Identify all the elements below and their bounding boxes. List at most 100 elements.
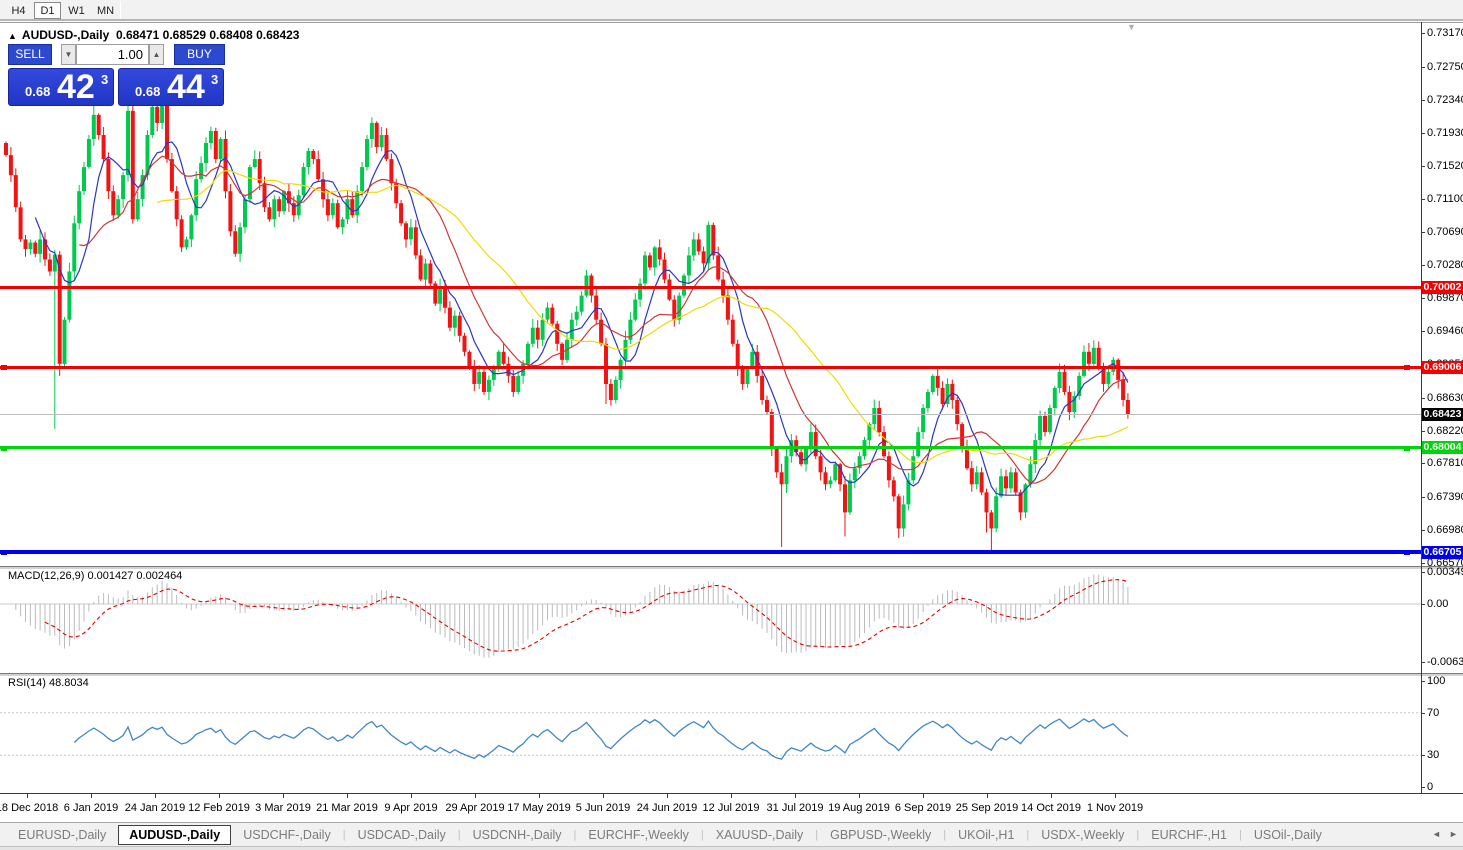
macd-plot[interactable] <box>0 569 1421 673</box>
time-axis-tick <box>795 794 796 798</box>
price-axis-label: 0.66980 <box>1427 524 1463 536</box>
tab-ukoil-h1[interactable]: UKOil-,H1 <box>946 826 1026 844</box>
price-level-line-0.68004[interactable] <box>0 446 1421 449</box>
tab-xauusd-daily[interactable]: XAUUSD-,Daily <box>704 826 816 844</box>
price-axis-border <box>1421 22 1422 822</box>
volume-increase-button[interactable]: ▲ <box>149 44 164 65</box>
time-axis-date-label: 31 Jul 2019 <box>767 802 824 814</box>
time-axis-date-label: 6 Jan 2019 <box>64 802 118 814</box>
tab-usdchf-daily[interactable]: USDCHF-,Daily <box>231 826 343 844</box>
chevron-up-icon: ▲ <box>153 50 161 59</box>
time-axis-date-label: 18 Dec 2018 <box>0 802 58 814</box>
rsi-axis-tick <box>1421 681 1425 682</box>
level-drag-handle[interactable] <box>1 446 7 451</box>
level-drag-handle[interactable] <box>1 550 7 555</box>
macd-axis-tick <box>1421 604 1425 605</box>
time-axis-tick <box>923 794 924 798</box>
tabs-scroll-left-icon[interactable]: ◄ <box>1432 829 1441 839</box>
rsi-name: RSI(14) <box>8 677 46 689</box>
volume-decrease-button[interactable]: ▼ <box>61 44 76 65</box>
toolbar-divider <box>120 1 121 19</box>
time-axis-tick <box>667 794 668 798</box>
price-axis-tick <box>1421 530 1425 531</box>
macd-axis-label: 0.00 <box>1427 598 1448 610</box>
time-axis-date-label: 14 Oct 2019 <box>1021 802 1081 814</box>
price-axis-tick <box>1421 133 1425 134</box>
price-axis-tick <box>1421 463 1425 464</box>
price-axis-tick <box>1421 563 1425 564</box>
price-level-line-0.68423[interactable] <box>0 414 1421 415</box>
time-axis-date-label: 24 Jan 2019 <box>125 802 186 814</box>
price-axis-label: 0.73170 <box>1427 27 1463 39</box>
price-level-label-0.70002: 0.70002 <box>1422 281 1463 294</box>
time-axis-tick <box>155 794 156 798</box>
timeframe-button-mn[interactable]: MN <box>92 2 119 19</box>
timeframe-button-d1[interactable]: D1 <box>34 2 61 19</box>
sell-button[interactable]: SELL <box>8 44 52 65</box>
buy-price-sup: 3 <box>211 72 218 87</box>
tab-eurchf-h1[interactable]: EURCHF-,H1 <box>1139 826 1239 844</box>
timeframe-button-w1[interactable]: W1 <box>63 2 90 19</box>
time-axis-tick <box>219 794 220 798</box>
price-axis-tick <box>1421 431 1425 432</box>
time-axis-date-label: 6 Sep 2019 <box>895 802 951 814</box>
price-axis-label: 0.67390 <box>1427 491 1463 503</box>
price-axis-tick <box>1421 100 1425 101</box>
tab-audusd-daily[interactable]: AUDUSD-,Daily <box>118 825 231 845</box>
sell-price-box[interactable]: 0.68 42 3 <box>8 68 114 106</box>
tabs-scroll-right-icon[interactable]: ► <box>1449 829 1458 839</box>
time-axis[interactable]: 18 Dec 20186 Jan 201924 Jan 201912 Feb 2… <box>0 793 1463 822</box>
timeframe-toolbar <box>0 0 1463 21</box>
level-drag-handle[interactable] <box>1404 446 1410 451</box>
price-axis-label: 0.72340 <box>1427 94 1463 106</box>
chart-ohlc-values: 0.68471 0.68529 0.68408 0.68423 <box>116 28 300 42</box>
level-drag-handle[interactable] <box>1 365 7 370</box>
macd-axis-tick <box>1421 572 1425 573</box>
tab-usdcad-daily[interactable]: USDCAD-,Daily <box>346 826 458 844</box>
tab-eurchf-weekly[interactable]: EURCHF-,Weekly <box>576 826 700 844</box>
price-level-label-0.68004: 0.68004 <box>1422 441 1463 454</box>
volume-input[interactable] <box>76 44 149 65</box>
trading-terminal-window: ▲ AUDUSD-,Daily 0.68471 0.68529 0.68408 0… <box>0 0 1463 850</box>
collapse-triangle-icon[interactable]: ▲ <box>8 31 17 41</box>
tab-usdcnh-daily[interactable]: USDCNH-,Daily <box>461 826 574 844</box>
price-axis-tick <box>1421 166 1425 167</box>
macd-name: MACD(12,26,9) <box>8 570 84 582</box>
time-axis-date-label: 17 May 2019 <box>507 802 571 814</box>
price-level-line-0.70002[interactable] <box>0 286 1421 289</box>
price-axis-tick <box>1421 497 1425 498</box>
rsi-axis-label: 0 <box>1427 781 1433 793</box>
price-level-line-0.66705[interactable] <box>0 550 1421 554</box>
time-axis-tick <box>347 794 348 798</box>
buy-price-box[interactable]: 0.68 44 3 <box>118 68 224 106</box>
tab-usdx-weekly[interactable]: USDX-,Weekly <box>1029 826 1136 844</box>
sell-price-sup: 3 <box>101 72 108 87</box>
time-axis-date-label: 1 Nov 2019 <box>1087 802 1143 814</box>
buy-button[interactable]: BUY <box>174 44 225 65</box>
rsi-plot[interactable] <box>0 676 1421 793</box>
tab-gbpusd-weekly[interactable]: GBPUSD-,Weekly <box>818 826 943 844</box>
price-axis-tick <box>1421 331 1425 332</box>
rsi-axis-tick <box>1421 755 1425 756</box>
macd-axis-tick <box>1421 662 1425 663</box>
price-axis-label: 0.68220 <box>1427 425 1463 437</box>
price-level-line-0.69006[interactable] <box>0 366 1421 369</box>
time-axis-date-label: 29 Apr 2019 <box>445 802 504 814</box>
price-axis-label: 0.67810 <box>1427 457 1463 469</box>
macd-axis-label: 0.00349 <box>1427 566 1463 578</box>
sell-price-big: 42 <box>57 68 95 107</box>
time-axis-tick <box>1115 794 1116 798</box>
time-axis-tick <box>859 794 860 798</box>
chart-shift-marker-icon[interactable]: ▼ <box>1127 22 1136 32</box>
level-drag-handle[interactable] <box>1404 365 1410 370</box>
rsi-axis-label: 70 <box>1427 707 1439 719</box>
level-drag-handle[interactable] <box>1404 550 1410 555</box>
price-level-label-0.69006: 0.69006 <box>1422 361 1463 374</box>
tab-eurusd-daily[interactable]: EURUSD-,Daily <box>6 826 118 844</box>
macd-indicator-label: MACD(12,26,9) 0.001427 0.002464 <box>8 570 182 582</box>
rsi-axis-tick <box>1421 787 1425 788</box>
price-axis-label: 0.70280 <box>1427 259 1463 271</box>
time-axis-date-label: 3 Mar 2019 <box>255 802 311 814</box>
timeframe-button-h4[interactable]: H4 <box>5 2 32 19</box>
tab-usoil-daily[interactable]: USOil-,Daily <box>1242 826 1334 844</box>
